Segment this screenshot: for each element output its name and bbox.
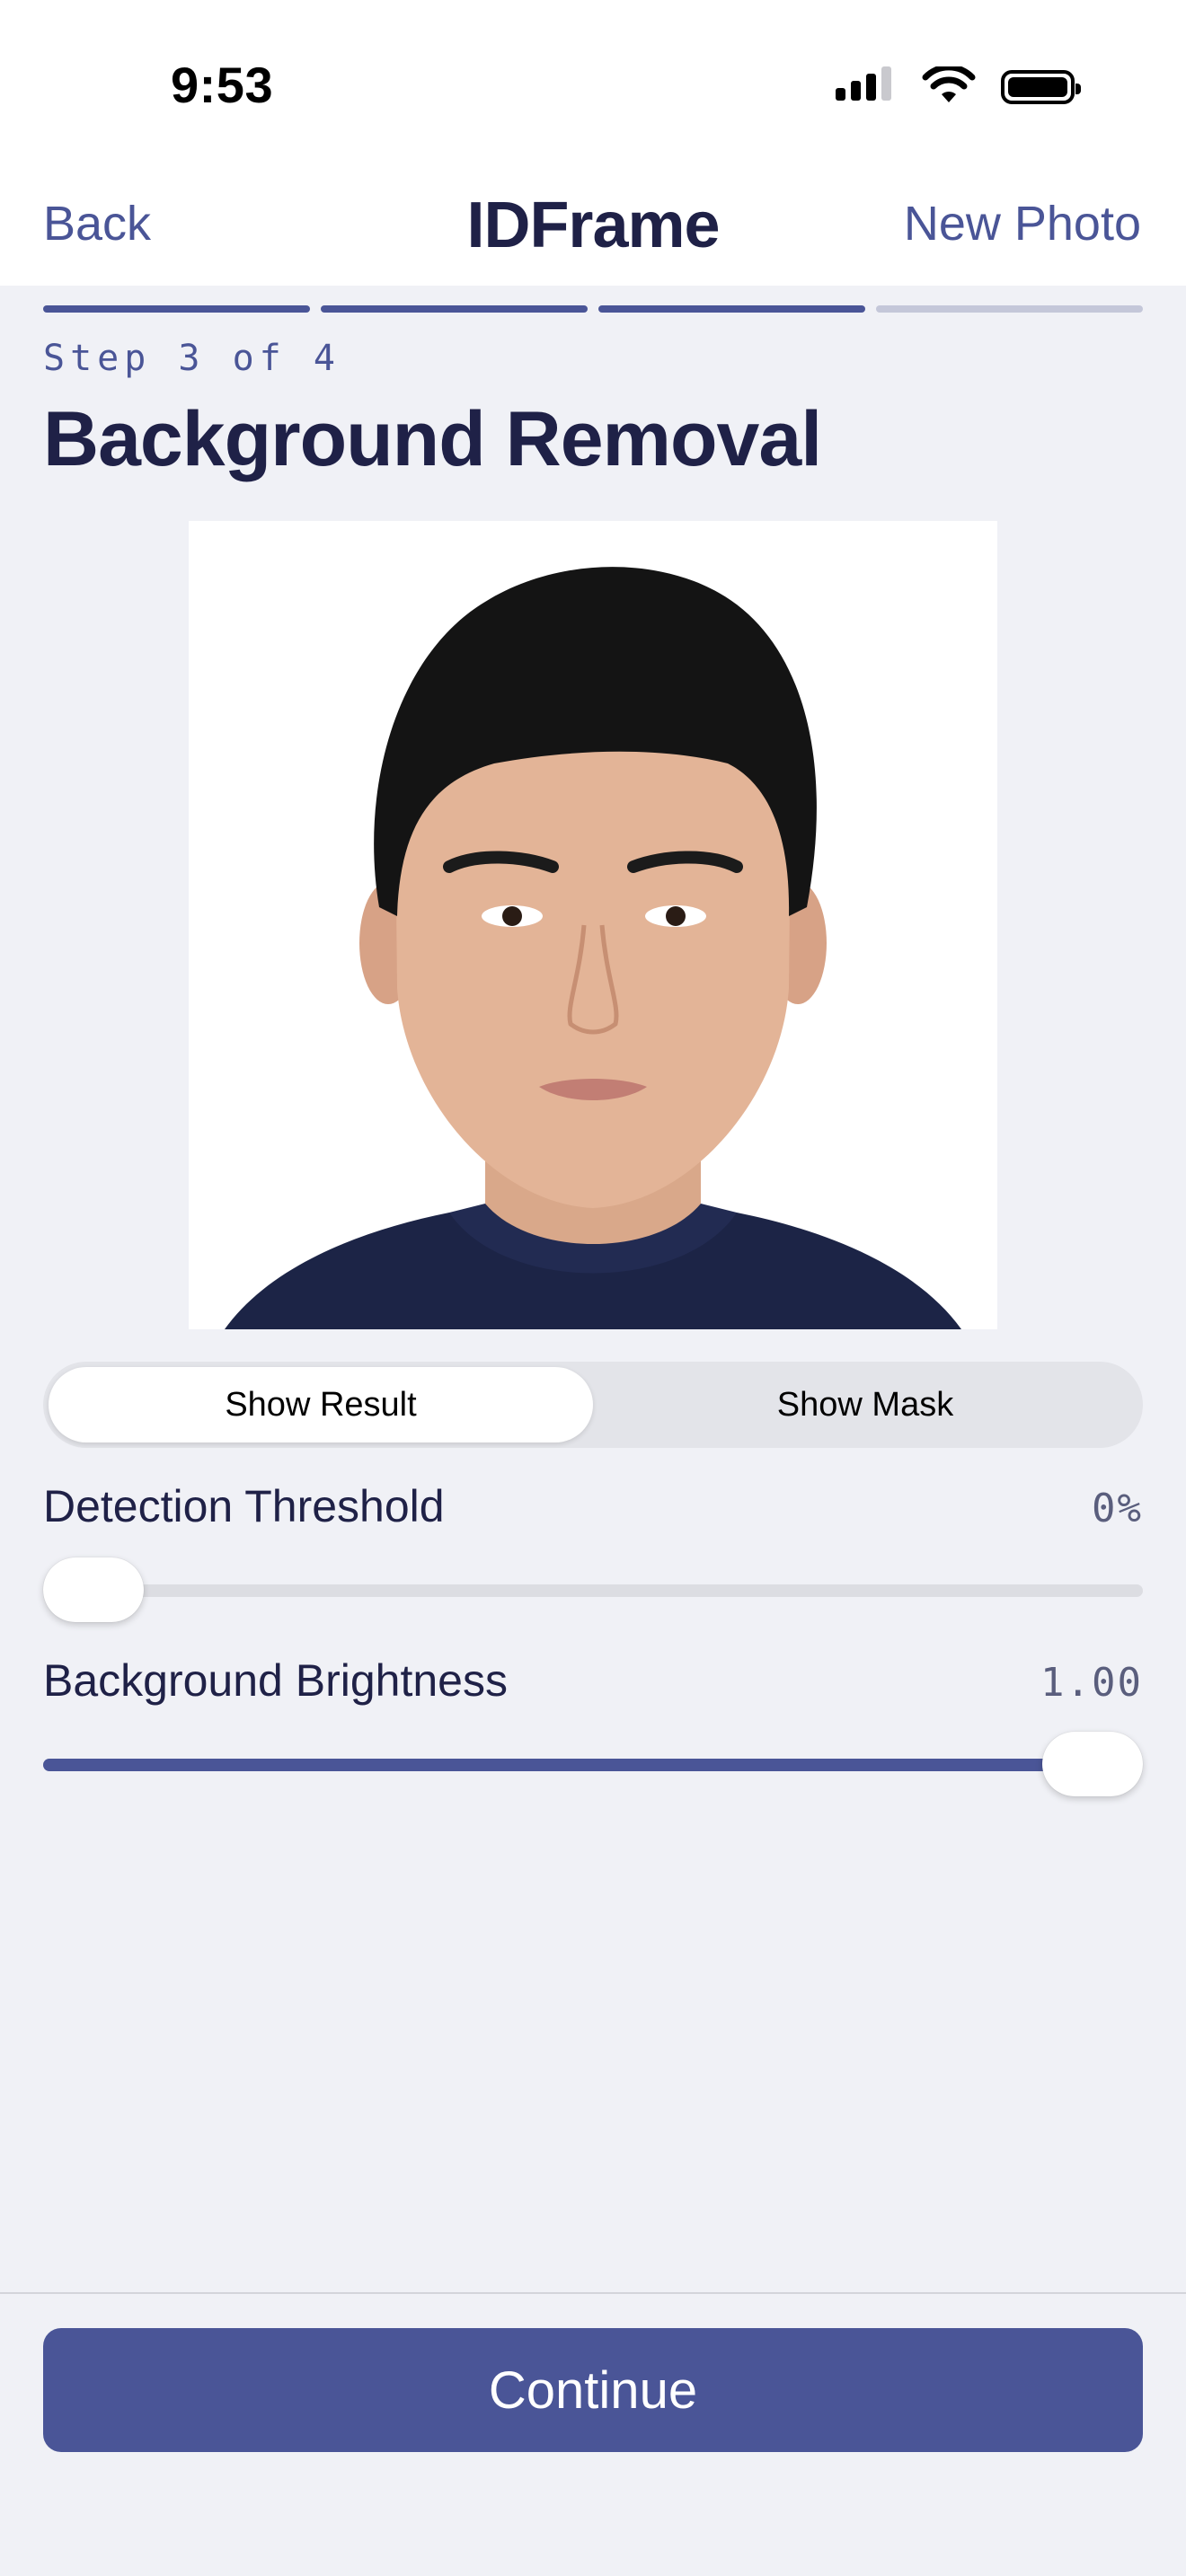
wifi-icon [922,66,976,102]
background-brightness-value: 1.00 [1040,1660,1143,1706]
view-toggle: Show Result Show Mask [43,1362,1143,1448]
slider-track [43,1584,1143,1597]
background-brightness-label: Background Brightness [43,1655,508,1706]
progress-segment-2 [321,305,588,313]
show-result-option[interactable]: Show Result [49,1367,593,1442]
step-progress [43,305,1143,313]
battery-icon [1001,70,1081,104]
page-title: Background Removal [43,396,822,482]
status-icons [836,66,1081,106]
cellular-signal-icon [836,66,897,106]
status-time: 9:53 [171,57,274,113]
detection-threshold-label: Detection Threshold [43,1481,445,1531]
show-mask-option[interactable]: Show Mask [593,1367,1137,1442]
progress-segment-1 [43,305,310,313]
continue-button[interactable]: Continue [43,2328,1143,2452]
slider-thumb[interactable] [43,1557,144,1622]
slider-thumb[interactable] [1042,1732,1143,1796]
portrait-photo [189,521,997,1329]
footer-divider [0,2292,1186,2294]
slider-fill [43,1759,1093,1771]
detection-threshold-value: 0% [1092,1486,1143,1531]
detection-threshold-slider[interactable] [43,1556,1143,1622]
background-brightness-slider[interactable] [43,1730,1143,1796]
progress-segment-4 [876,305,1143,313]
top-bar: 9:53 Back IDFrame New Photo [0,0,1186,286]
portrait-illustration [189,521,997,1329]
progress-segment-3 [598,305,865,313]
step-indicator: Step 3 of 4 [43,338,341,379]
new-photo-button[interactable]: New Photo [904,196,1141,251]
